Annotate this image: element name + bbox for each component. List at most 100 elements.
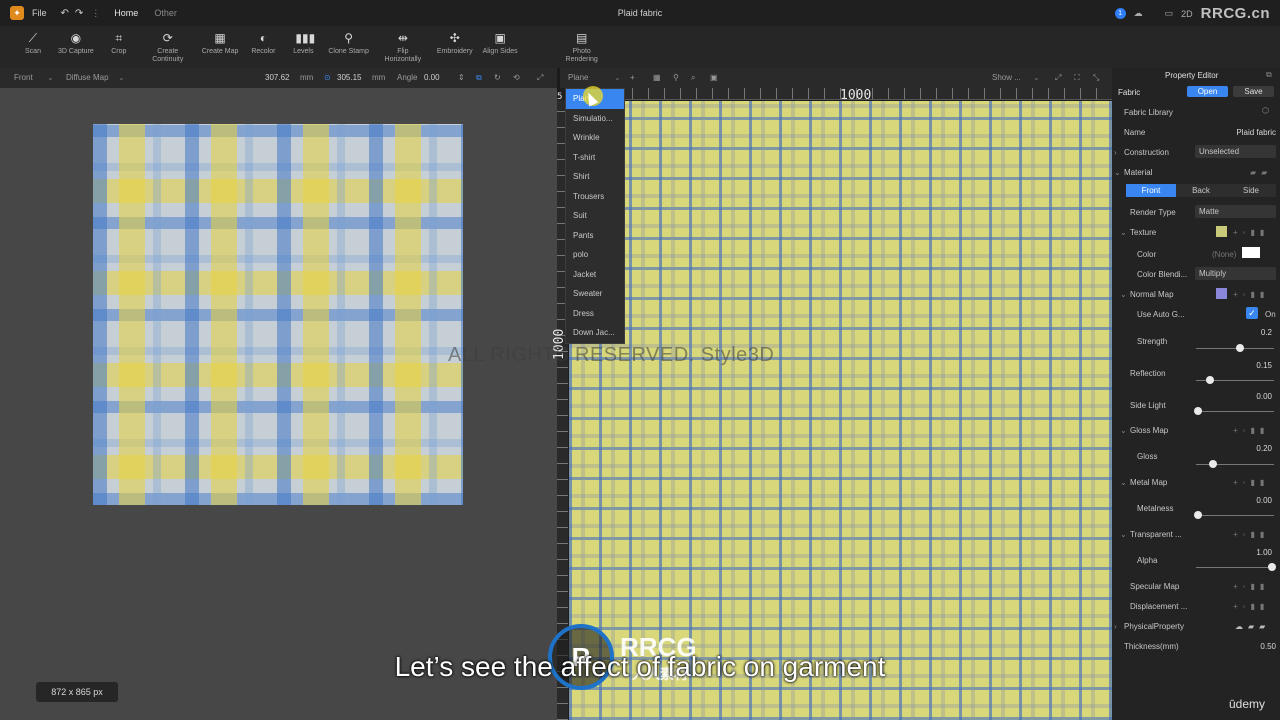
specular-actions-icon[interactable]: +◦▮▮ (1233, 582, 1269, 591)
map-select[interactable]: Diffuse Map (66, 73, 109, 82)
height-field[interactable]: 305.15 (337, 73, 361, 82)
search-icon[interactable]: ⌕ (691, 73, 695, 83)
metalness-slider[interactable] (1196, 515, 1274, 516)
displacement-actions-icon[interactable]: +◦▮▮ (1233, 602, 1269, 611)
image-icon[interactable]: ▣ (710, 73, 718, 82)
chevron-right-icon[interactable]: › (1114, 148, 1117, 157)
flip-horizontally-button[interactable]: ⇹ Flip Horizontally (379, 26, 427, 64)
menu-item-jacket[interactable]: Jacket (566, 265, 624, 285)
popout-icon[interactable]: ⧉ (1266, 70, 1272, 80)
chevron-down-icon[interactable]: ⌄ (118, 73, 125, 82)
texture-swatch[interactable] (1216, 226, 1227, 237)
scan-button[interactable]: ⟋ Scan (18, 26, 48, 56)
3d-capture-button[interactable]: ◉ 3D Capture (58, 26, 94, 56)
menu-item-trousers[interactable]: Trousers (566, 187, 624, 207)
more-icon[interactable]: ⋮ (91, 8, 100, 19)
width-field[interactable]: 307.62 (265, 73, 289, 82)
view-select[interactable]: Front (14, 73, 33, 82)
fabric-library-link[interactable]: Fabric Library (1124, 108, 1173, 117)
plaid-fabric-canvas[interactable] (569, 101, 1112, 720)
crop-button[interactable]: ⌗ Crop (104, 26, 134, 56)
clone-stamp-button[interactable]: ⚲ Clone Stamp (328, 26, 368, 56)
fit-view-icon[interactable]: ⤢ (1055, 73, 1061, 83)
gloss-slider-knob[interactable] (1209, 460, 1217, 468)
tab-front[interactable]: Front (1126, 184, 1176, 197)
plane-select[interactable]: Plane (568, 73, 588, 82)
menu-item-polo[interactable]: polo (566, 245, 624, 265)
chevron-down-icon[interactable]: ⌄ (1120, 228, 1127, 237)
use-auto-checkbox[interactable]: ✓ (1246, 307, 1258, 319)
chevron-right-icon[interactable]: › (1114, 622, 1117, 631)
color-blend-select[interactable]: Multiply (1195, 267, 1276, 280)
cube-icon[interactable]: ⬡ (1262, 106, 1269, 115)
grid-icon[interactable]: ▦ (653, 73, 661, 82)
angle-field[interactable]: 0.00 (424, 73, 440, 82)
menu-item-wrinkle[interactable]: Wrinkle (566, 128, 624, 148)
menu-item-sweater[interactable]: Sweater (566, 284, 624, 304)
chevron-down-icon[interactable]: ⌄ (47, 73, 54, 82)
tab-home[interactable]: Home (114, 8, 138, 18)
menu-item-simulation[interactable]: Simulatio... (566, 109, 624, 129)
menu-item-down-jacket[interactable]: Down Jac... (566, 323, 624, 343)
thickness-value[interactable]: 0.50 (1230, 642, 1276, 651)
copy-icon[interactable]: ⧉ (476, 73, 482, 83)
name-value[interactable]: Plaid fabric (1200, 128, 1276, 137)
open-button[interactable]: Open (1187, 86, 1228, 97)
cloud-icon[interactable]: ☁ (1134, 8, 1143, 19)
texture-actions-icon[interactable]: +◦▮▮ (1233, 228, 1269, 237)
redo-icon[interactable]: ↷ (75, 8, 83, 19)
fit-icon[interactable]: ⤢ (537, 73, 543, 83)
folder-icon[interactable]: ▰▰ (1250, 168, 1272, 177)
physical-actions-icon[interactable]: ☁▰▰ (1235, 622, 1270, 631)
link-icon[interactable]: ⊙ (324, 73, 331, 82)
embroidery-button[interactable]: ✣ Embroidery (437, 26, 473, 56)
save-button[interactable]: Save (1233, 86, 1274, 97)
add-icon[interactable]: + (630, 73, 635, 82)
chevron-down-icon[interactable]: ⌄ (1120, 290, 1127, 299)
show-select[interactable]: Show ... (992, 73, 1021, 82)
levels-button[interactable]: ▮▮▮ Levels (288, 26, 318, 56)
alpha-slider-knob[interactable] (1268, 563, 1276, 571)
menu-item-dress[interactable]: Dress (566, 304, 624, 324)
recolor-button[interactable]: ◐ Recolor (248, 26, 278, 56)
metalness-slider-knob[interactable] (1194, 511, 1202, 519)
render-type-select[interactable]: Matte (1195, 205, 1276, 218)
pin-icon[interactable]: ⚲ (673, 73, 679, 82)
notification-badge[interactable]: 1 (1114, 8, 1126, 19)
stepper-icon[interactable]: ⇕ (458, 73, 465, 82)
create-map-button[interactable]: ▦ Create Map (202, 26, 239, 56)
undo-icon[interactable]: ↶ (61, 8, 69, 19)
align-sides-button[interactable]: ▣ Align Sides (483, 26, 518, 56)
tab-other[interactable]: Other (154, 8, 177, 18)
menu-item-tshirt[interactable]: T-shirt (566, 148, 624, 168)
strength-slider[interactable] (1196, 348, 1274, 349)
view-mode-label[interactable]: 2D (1181, 9, 1193, 19)
chevron-down-icon[interactable]: ⌄ (1033, 73, 1040, 82)
menu-item-shirt[interactable]: Shirt (566, 167, 624, 187)
chevron-down-icon[interactable]: ⌄ (1120, 426, 1127, 435)
reflection-slider-knob[interactable] (1206, 376, 1214, 384)
rotate-icon[interactable]: ↻ (494, 73, 501, 82)
side-light-slider-knob[interactable] (1194, 407, 1202, 415)
alpha-slider[interactable] (1196, 567, 1274, 568)
strength-slider-knob[interactable] (1236, 344, 1244, 352)
color-swatch[interactable] (1242, 247, 1260, 258)
layout-icon[interactable]: ▭ (1165, 8, 1174, 19)
expand-icon[interactable]: ⤡ (1093, 73, 1099, 83)
gloss-slider[interactable] (1196, 464, 1274, 465)
metal-map-actions-icon[interactable]: +◦▮▮ (1233, 478, 1269, 487)
side-light-slider[interactable] (1196, 411, 1274, 412)
chevron-down-icon[interactable]: ⌄ (1120, 478, 1127, 487)
tab-side[interactable]: Side (1226, 184, 1276, 197)
normal-map-swatch[interactable] (1216, 288, 1227, 299)
photo-rendering-button[interactable]: ▤ Photo Rendering (558, 26, 606, 64)
menu-item-suit[interactable]: Suit (566, 206, 624, 226)
chevron-down-icon[interactable]: ⌄ (1120, 530, 1127, 539)
refresh-icon[interactable]: ⟲ (513, 73, 520, 82)
zoom-icon[interactable]: ⛶ (1074, 73, 1080, 83)
menu-item-pants[interactable]: Pants (566, 226, 624, 246)
chevron-down-icon[interactable]: ⌄ (614, 73, 621, 82)
gloss-map-actions-icon[interactable]: +◦▮▮ (1233, 426, 1269, 435)
tab-back[interactable]: Back (1176, 184, 1226, 197)
normal-map-actions-icon[interactable]: +◦▮▮ (1233, 290, 1269, 299)
